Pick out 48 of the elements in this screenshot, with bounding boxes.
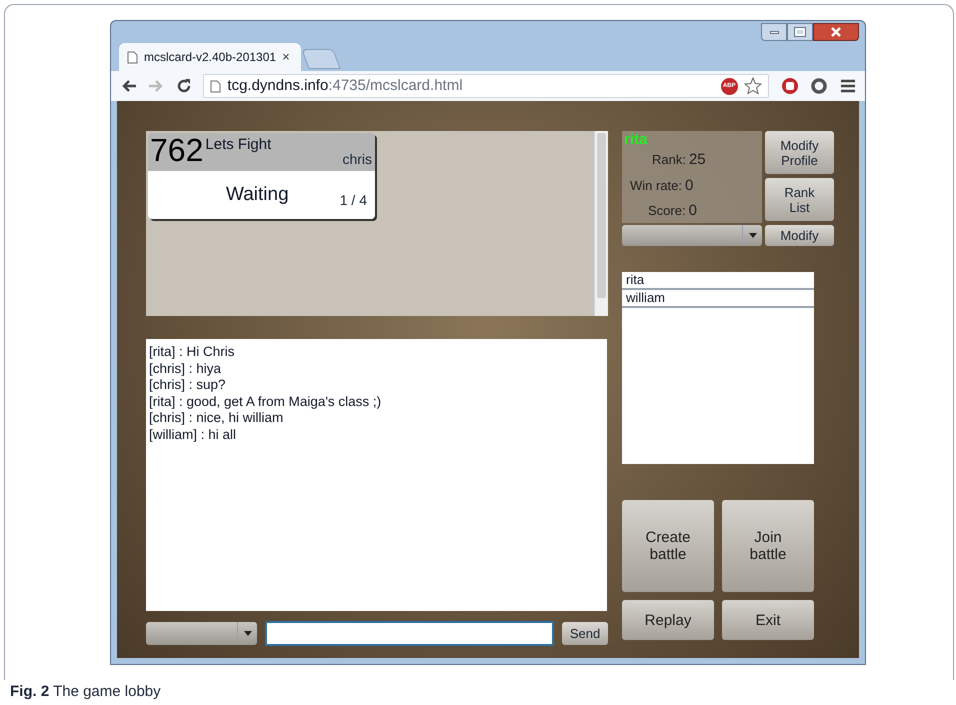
- stat-value: 0: [685, 176, 694, 196]
- room-host: chris: [342, 150, 372, 169]
- action-button[interactable]: Exit: [722, 600, 814, 640]
- stat-value: 0: [688, 201, 697, 221]
- star-icon[interactable]: [744, 77, 762, 95]
- back-icon[interactable]: [121, 79, 136, 93]
- dropdown-arrow-icon: [244, 631, 252, 636]
- room-number: 762: [150, 133, 204, 167]
- dropdown-arrow-icon: [748, 233, 756, 238]
- player-count: 1 / 4: [340, 191, 367, 210]
- close-button[interactable]: [813, 23, 859, 41]
- menu-icon[interactable]: [840, 79, 855, 93]
- player-name: rita: [624, 131, 648, 149]
- chat-message: [chris] : sup?: [149, 377, 227, 394]
- stat-value: 25: [688, 150, 706, 170]
- chat-input-field[interactable]: [265, 621, 554, 646]
- action-button[interactable]: Join battle: [722, 500, 814, 592]
- action-button[interactable]: Replay: [622, 600, 714, 640]
- user-list-item[interactable]: william: [622, 290, 814, 308]
- page-icon: [127, 50, 138, 64]
- minimize-button[interactable]: [761, 23, 787, 41]
- close-icon: [830, 27, 842, 37]
- chat-message: [chris] : nice, hi william: [149, 410, 284, 426]
- room-name: Lets Fight: [205, 135, 272, 155]
- tab-close-button[interactable]: ×: [282, 47, 290, 67]
- stop-icon[interactable]: [780, 77, 798, 95]
- user-list-item[interactable]: rita: [622, 272, 814, 290]
- modify-button[interactable]: Modify: [765, 225, 834, 246]
- profile-button[interactable]: Rank List: [765, 178, 834, 221]
- stat-label: Rank:: [652, 151, 686, 169]
- stat-label: Score:: [648, 202, 686, 220]
- send-button[interactable]: Send: [562, 622, 608, 645]
- reload-icon[interactable]: [176, 78, 192, 94]
- figure-caption: Fig. 2 The game lobby: [10, 682, 161, 702]
- action-button[interactable]: Create battle: [622, 500, 714, 592]
- page-icon: [210, 80, 222, 92]
- chat-message: [rita] : good, get A from Maiga's class ;): [149, 394, 382, 410]
- chat-message: [william] : hi all: [149, 426, 238, 443]
- browser-tab[interactable]: mcslcard-v2.40b-201301 ×: [119, 43, 301, 71]
- stat-label: Win rate:: [630, 176, 682, 194]
- profile-button[interactable]: Modify Profile: [765, 131, 834, 174]
- chat-message: [rita] : Hi Chris: [149, 344, 236, 360]
- chat-message: [chris] : hiya: [149, 360, 222, 377]
- scrollbar[interactable]: [594, 131, 608, 316]
- url-text: tcg.dyndns.info:4735/mcslcard.html: [227, 76, 463, 96]
- maximize-button[interactable]: [787, 23, 813, 41]
- ring-icon[interactable]: [810, 77, 828, 95]
- room-status: Waiting: [226, 182, 289, 207]
